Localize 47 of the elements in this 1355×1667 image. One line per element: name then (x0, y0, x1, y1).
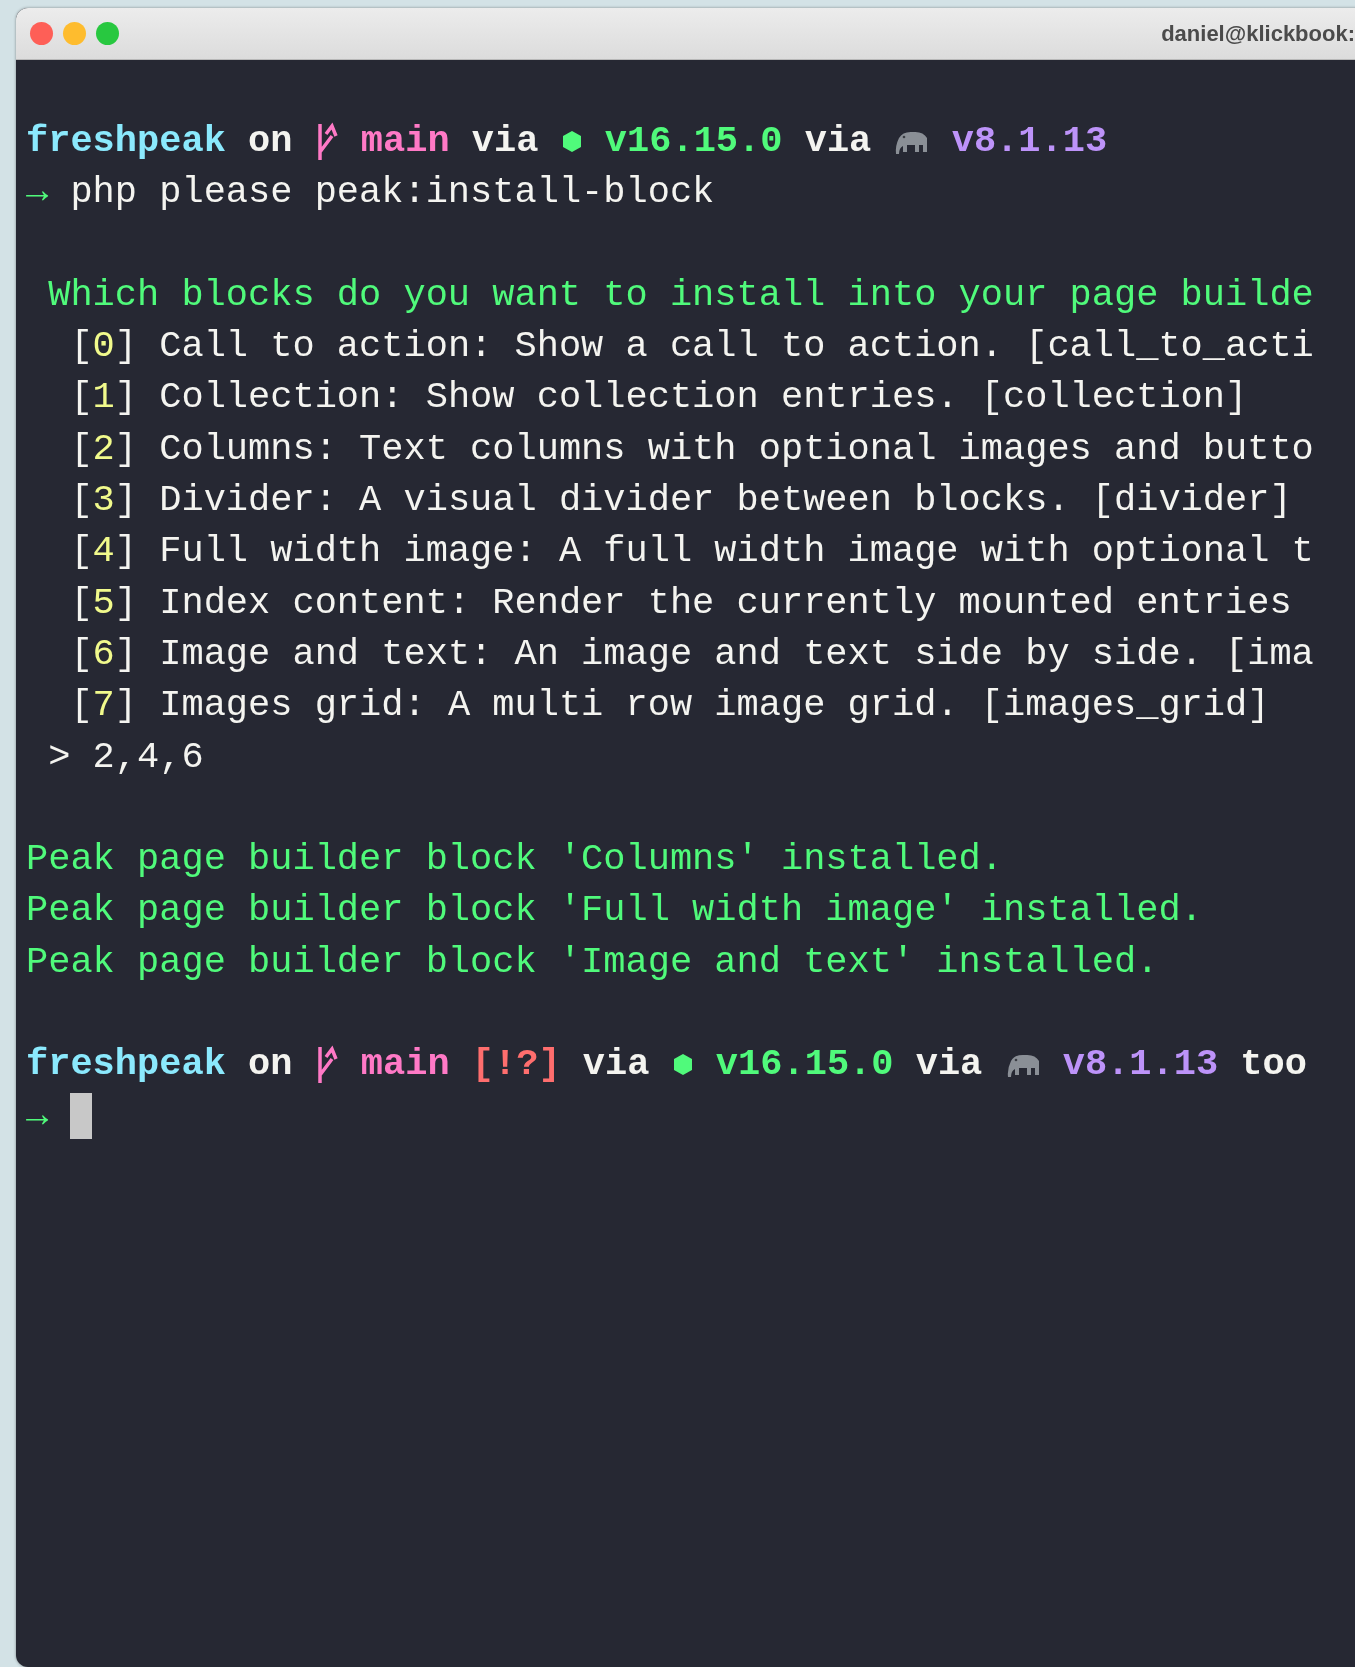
option-index: [6] (70, 632, 138, 675)
zoom-button[interactable] (96, 22, 119, 45)
option-index: [5] (70, 581, 138, 624)
php-version: v8.1.13 (951, 119, 1108, 164)
option-text: Divider: A visual divider between blocks. [divider] (159, 479, 1292, 522)
success-message: Peak page builder block 'Columns' installed. (26, 838, 1003, 881)
close-button[interactable] (30, 22, 53, 45)
option-text: Full width image: A full width image with optional t (159, 530, 1314, 573)
option-index: [4] (70, 530, 138, 573)
option-index: [0] (70, 325, 138, 368)
option-index: [7] (70, 684, 138, 727)
text-cursor (70, 1092, 93, 1139)
option-text: Call to action: Show a call to action. [call_to_acti (159, 325, 1314, 368)
option-index: [1] (70, 376, 138, 419)
branch-name: main (360, 1042, 450, 1088)
option-text: Image and text: An image and text side by side. [ima (159, 632, 1314, 675)
prompt-text: via (471, 119, 539, 164)
answer-text: > 2,4,6 (48, 735, 204, 778)
node-version: v16.15.0 (715, 1042, 894, 1088)
prompt-arrow: → (26, 1094, 49, 1137)
prompt-arrow: → (26, 171, 49, 214)
git-status: [!?] (471, 1042, 561, 1088)
hexagon-icon (560, 130, 583, 154)
success-message: Peak page builder block 'Image and text' installed. (26, 940, 1159, 983)
command-text: php please peak:install-block (70, 171, 715, 214)
hexagon-icon (671, 1053, 694, 1077)
branch-name: main (360, 119, 450, 164)
option-text: Collection: Show collection entries. [collection] (159, 376, 1248, 419)
option-index: [2] (70, 427, 138, 470)
node-version: v16.15.0 (604, 119, 783, 164)
option-text: Images grid: A multi row image grid. [images_grid] (159, 684, 1270, 727)
success-message: Peak page builder block 'Full width image' installed. (26, 889, 1203, 932)
directory-name: freshpeak (26, 1042, 226, 1088)
prompt-text: via (582, 1042, 650, 1088)
option-text: Index content: Render the currently mounted entries (159, 581, 1292, 624)
question-text: Which blocks do you want to install into your page builde (48, 273, 1314, 316)
php-version: v8.1.13 (1062, 1042, 1219, 1088)
prompt-text: via (804, 119, 872, 164)
option-index: [3] (70, 479, 138, 522)
prompt-text: too (1240, 1042, 1307, 1088)
prompt-text: on (248, 1042, 293, 1088)
directory-name: freshpeak (26, 119, 226, 164)
window-title: daniel@klickbook: (1161, 20, 1355, 47)
prompt-text: via (915, 1042, 983, 1088)
prompt-text: on (248, 119, 293, 164)
option-text: Columns: Text columns with optional images and butto (159, 427, 1314, 470)
minimize-button[interactable] (63, 22, 86, 45)
